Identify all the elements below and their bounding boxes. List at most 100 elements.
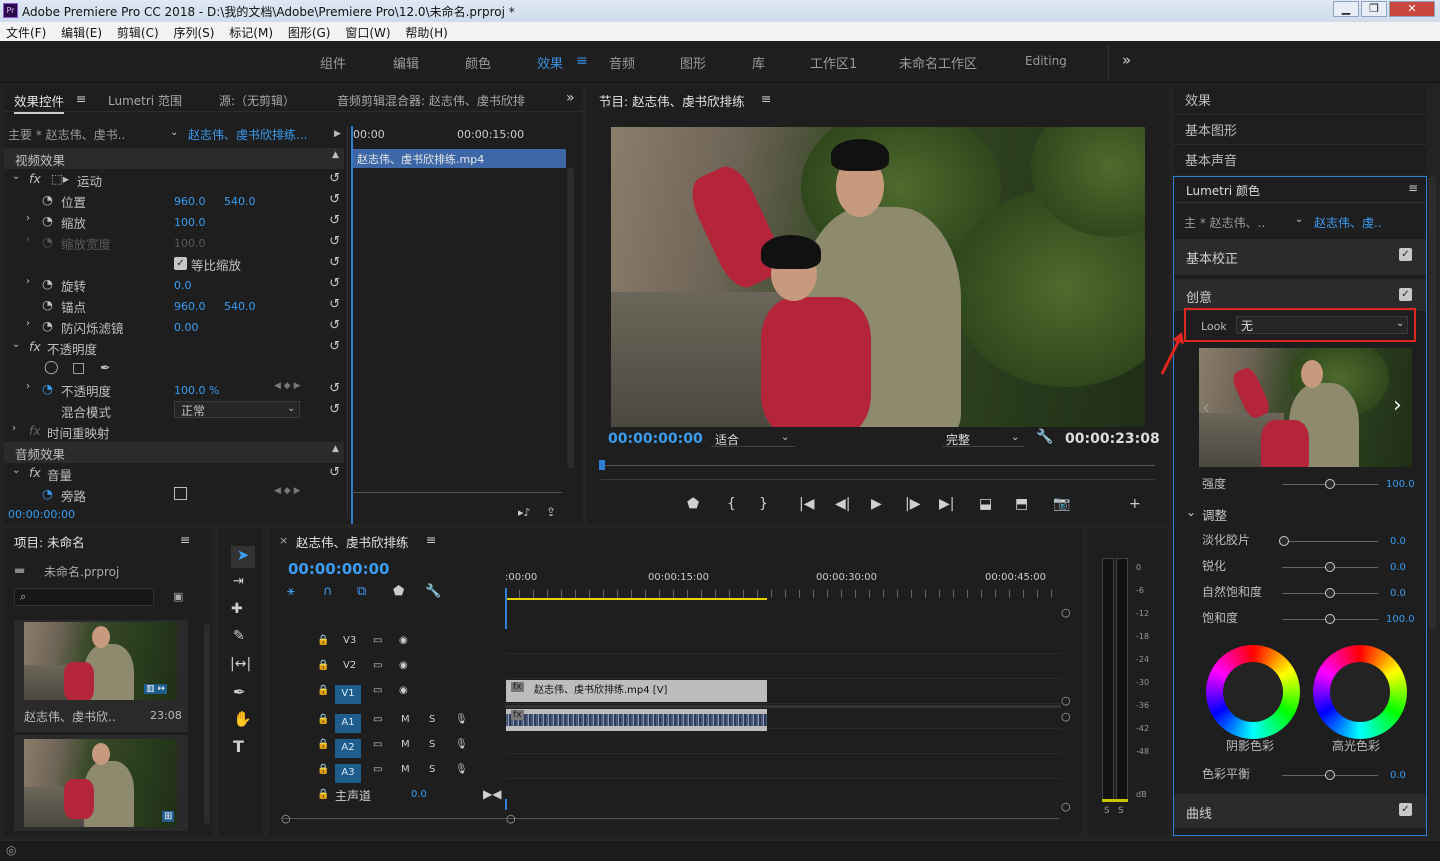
project-scrollbar[interactable] bbox=[204, 624, 210, 824]
curves-checkbox[interactable]: ✓ bbox=[1399, 803, 1412, 816]
effects-panel-item[interactable]: 效果 bbox=[1173, 86, 1427, 115]
effect-clip-bar[interactable]: 赵志伟、虔书欣排练.mp4 bbox=[353, 149, 566, 168]
play-icon[interactable]: ▶ bbox=[871, 496, 882, 512]
ellipse-mask-icon[interactable]: ◯ bbox=[44, 360, 59, 375]
linked-selection-icon[interactable]: ⧉ bbox=[357, 584, 366, 599]
track-v2[interactable]: 🔒 V2 ▭ ◉ bbox=[269, 654, 509, 678]
program-playhead[interactable] bbox=[599, 460, 605, 470]
track-a1[interactable]: 🔒 A1 ▭ M S 🎙 bbox=[269, 708, 509, 733]
restore-button[interactable]: ❐ bbox=[1361, 1, 1387, 17]
menu-file[interactable]: 文件(F) bbox=[0, 22, 51, 41]
extract-icon[interactable]: ⬒ bbox=[1015, 496, 1028, 512]
scale-row[interactable]: › ◔ 缩放 100.0 ↺ bbox=[4, 211, 344, 232]
zoom-scroll[interactable] bbox=[352, 492, 562, 493]
menu-sequence[interactable]: 序列(S) bbox=[167, 22, 219, 41]
vibrance-slider[interactable] bbox=[1282, 588, 1378, 598]
workspace-audio[interactable]: 音频 bbox=[609, 53, 635, 72]
tint-balance-slider[interactable] bbox=[1282, 770, 1378, 780]
new-bin-icon[interactable]: ▣ bbox=[173, 590, 183, 603]
razor-tool-icon[interactable]: ✎ bbox=[233, 628, 245, 644]
tab-audio-clip-mixer[interactable]: 音频剪辑混合器: 赵志伟、虔书欣排 bbox=[337, 92, 525, 109]
snap-icon[interactable]: ∩ bbox=[323, 584, 333, 599]
position-x-value[interactable]: 960.0 bbox=[174, 195, 206, 208]
pen-tool-icon[interactable]: ✒ bbox=[233, 683, 246, 701]
look-select[interactable]: 无 bbox=[1236, 316, 1408, 334]
project-search-input[interactable] bbox=[14, 588, 154, 606]
track-select-tool-icon[interactable]: ⇥ bbox=[233, 574, 244, 589]
anchor-row[interactable]: ◔ 锚点 960.0 540.0 ↺ bbox=[4, 295, 344, 316]
track-v1[interactable]: 🔒 V1 ▭ ◉ bbox=[269, 679, 509, 704]
sharpen-slider[interactable] bbox=[1282, 562, 1378, 572]
essential-sound-item[interactable]: 基本声音 bbox=[1173, 146, 1427, 174]
more-workspaces-icon[interactable]: » bbox=[1122, 51, 1131, 69]
bypass-row[interactable]: ◔ 旁路 ◀ ◆ ▶ bbox=[4, 484, 344, 505]
step-back-icon[interactable]: ◀| bbox=[835, 496, 850, 512]
lift-icon[interactable]: ⬓ bbox=[979, 496, 992, 512]
menu-window[interactable]: 窗口(W) bbox=[339, 22, 395, 41]
step-forward-icon[interactable]: |▶ bbox=[905, 496, 920, 512]
essential-graphics-item[interactable]: 基本图形 bbox=[1173, 116, 1427, 145]
minimize-button[interactable]: ▁ bbox=[1333, 1, 1359, 17]
effect-timecode[interactable]: 00:00:00:00 bbox=[8, 508, 75, 521]
workspace-unnamed[interactable]: 未命名工作区 bbox=[899, 53, 977, 72]
rotation-row[interactable]: › ◔ 旋转 0.0 ↺ bbox=[4, 274, 344, 295]
workspace-libraries[interactable]: 库 bbox=[752, 53, 765, 72]
tab-menu-icon[interactable]: ≡ bbox=[76, 91, 86, 106]
go-to-in-icon[interactable]: |◀ bbox=[799, 496, 814, 512]
timeline-zoom-bar[interactable] bbox=[283, 818, 1059, 819]
opacity-row[interactable]: › ◔ 不透明度 100.0 % ◀ ◆ ▶ ↺ bbox=[4, 379, 344, 400]
intensity-slider[interactable] bbox=[1282, 479, 1378, 489]
sequence-clip-label[interactable]: 赵志伟、虔书欣排练... bbox=[188, 126, 307, 143]
adjustments-toggle-icon[interactable]: ⌄ bbox=[1186, 505, 1196, 519]
flicker-row[interactable]: › ◔ 防闪烁滤镜 0.00 ↺ bbox=[4, 316, 344, 337]
workspace-editing[interactable]: 编辑 bbox=[393, 53, 419, 72]
tint-balance-value[interactable]: 0.0 bbox=[1390, 770, 1406, 781]
more-tabs-icon[interactable]: » bbox=[566, 90, 575, 106]
lumetri-scrollbar[interactable] bbox=[1429, 176, 1436, 630]
pen-mask-icon[interactable]: ✒ bbox=[100, 360, 110, 375]
lumetri-sequence-label[interactable]: 赵志伟、虔.. bbox=[1314, 214, 1382, 231]
workspace-menu-icon[interactable]: ≡ bbox=[576, 53, 588, 69]
tab-source[interactable]: 源:（无剪辑） bbox=[219, 92, 295, 109]
workspace-assembly[interactable]: 组件 bbox=[320, 53, 346, 72]
audio-clip-a1[interactable]: fx bbox=[506, 709, 767, 731]
curves-section[interactable]: 曲线 ✓ bbox=[1174, 794, 1426, 828]
uniform-scale-checkbox[interactable]: ✓ bbox=[174, 257, 187, 270]
slip-tool-icon[interactable]: |↔| bbox=[230, 656, 251, 672]
look-preview-thumbnail[interactable] bbox=[1199, 348, 1412, 467]
menu-graphics[interactable]: 图形(G) bbox=[282, 22, 336, 41]
intensity-value[interactable]: 100.0 bbox=[1386, 479, 1415, 490]
basic-correction-section[interactable]: 基本校正 ✓ bbox=[1174, 239, 1426, 275]
program-zoom-bar[interactable] bbox=[601, 479, 1155, 480]
add-marker-icon[interactable]: ⬟ bbox=[393, 584, 404, 599]
status-icon[interactable]: ◎ bbox=[6, 843, 16, 857]
position-row[interactable]: ◔ 位置 960.0 540.0 ↺ bbox=[4, 190, 344, 211]
chevron-down-icon[interactable]: ⌄ bbox=[1295, 214, 1303, 225]
mark-in-icon[interactable]: { bbox=[727, 496, 736, 512]
saturation-value[interactable]: 100.0 bbox=[1386, 614, 1415, 625]
shadow-tint-wheel[interactable] bbox=[1206, 645, 1300, 739]
mark-out-icon[interactable]: } bbox=[759, 496, 768, 512]
lumetri-menu-icon[interactable]: ≡ bbox=[1408, 181, 1418, 195]
program-timecode[interactable]: 00:00:00:00 bbox=[608, 431, 703, 447]
project-sequence-card[interactable]: ⊞ bbox=[14, 735, 188, 831]
master-clip-label[interactable]: 主要 * 赵志伟、虔书.. bbox=[8, 126, 125, 143]
hand-tool-icon[interactable]: ✋ bbox=[233, 710, 252, 728]
creative-checkbox[interactable]: ✓ bbox=[1399, 288, 1412, 301]
workspace-effects[interactable]: 效果 bbox=[537, 53, 563, 72]
position-y-value[interactable]: 540.0 bbox=[224, 195, 256, 208]
opacity-group-row[interactable]: ⌄ fx 不透明度 ↺ bbox=[4, 337, 344, 358]
scroll-handle-icon[interactable]: ○ bbox=[1061, 606, 1071, 619]
next-look-icon[interactable]: › bbox=[1393, 393, 1402, 418]
program-scrubber[interactable] bbox=[601, 465, 1155, 466]
track-a2[interactable]: 🔒 A2 ▭ M S 🎙 bbox=[269, 733, 509, 758]
wrench-icon[interactable]: 🔧 bbox=[1036, 429, 1053, 445]
add-marker-icon[interactable]: ⬟ bbox=[687, 496, 699, 512]
motion-row[interactable]: ⌄ fx ⬚▸ 运动 ↺ bbox=[4, 169, 344, 190]
program-video-frame[interactable] bbox=[611, 127, 1145, 427]
scroll-handle-icon[interactable]: ○ bbox=[1061, 710, 1071, 723]
effect-scrollbar[interactable] bbox=[567, 168, 574, 468]
opacity-value[interactable]: 100.0 % bbox=[174, 384, 219, 397]
type-tool-icon[interactable]: T bbox=[233, 737, 244, 756]
saturation-slider[interactable] bbox=[1282, 614, 1378, 624]
